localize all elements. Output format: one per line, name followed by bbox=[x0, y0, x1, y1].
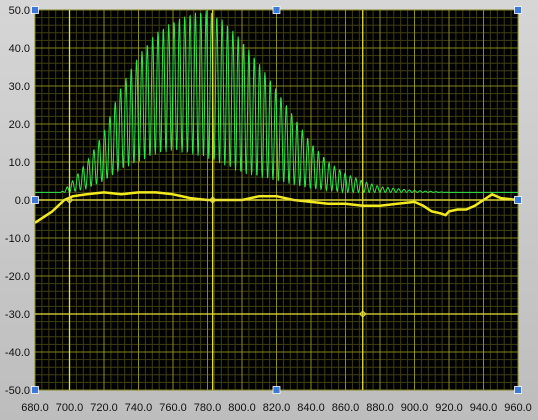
resize-handle[interactable] bbox=[272, 6, 281, 14]
graph-frame: 50.0 40.0 30.0 20.0 10.0 0.0 -10.0 -20.0 -30.0 -4… bbox=[0, 0, 538, 420]
x-tick-label: 960.0 bbox=[504, 402, 532, 414]
y-tick-label: -50.0 bbox=[5, 385, 30, 397]
y-tick-label: 40.0 bbox=[9, 43, 30, 55]
resize-handle[interactable] bbox=[514, 386, 522, 394]
x-tick-label: 940.0 bbox=[470, 402, 498, 414]
y-tick-label: -40.0 bbox=[5, 347, 30, 359]
x-tick-label: 780.0 bbox=[194, 402, 222, 414]
x-tick-label: 860.0 bbox=[332, 402, 360, 414]
x-axis: 680.0 700.0 720.0 740.0 760.0 780.0 800.0 820.0… bbox=[21, 402, 532, 414]
resize-handle[interactable] bbox=[31, 386, 39, 394]
y-tick-label: 50.0 bbox=[9, 5, 30, 17]
x-tick-label: 800.0 bbox=[228, 402, 256, 414]
resize-handle[interactable] bbox=[514, 196, 522, 204]
x-tick-label: 920.0 bbox=[435, 402, 463, 414]
y-axis: 50.0 40.0 30.0 20.0 10.0 0.0 -10.0 -20.0 -30.0 -4… bbox=[5, 5, 30, 397]
y-tick-label: -20.0 bbox=[5, 271, 30, 283]
resize-handle[interactable] bbox=[514, 6, 522, 14]
y-tick-label: 10.0 bbox=[9, 157, 30, 169]
x-tick-label: 700.0 bbox=[56, 402, 84, 414]
x-tick-label: 840.0 bbox=[297, 402, 325, 414]
y-tick-label: -10.0 bbox=[5, 233, 30, 245]
x-tick-label: 720.0 bbox=[90, 402, 118, 414]
x-tick-label: 880.0 bbox=[366, 402, 394, 414]
x-tick-label: 760.0 bbox=[159, 402, 187, 414]
y-tick-label: 0.0 bbox=[15, 195, 30, 207]
waveform-graph: 50.0 40.0 30.0 20.0 10.0 0.0 -10.0 -20.0 -30.0 -4… bbox=[5, 5, 532, 414]
resize-handle[interactable] bbox=[272, 386, 281, 394]
x-tick-label: 900.0 bbox=[401, 402, 429, 414]
x-tick-label: 680.0 bbox=[21, 402, 49, 414]
y-tick-label: 20.0 bbox=[9, 119, 30, 131]
resize-handle[interactable] bbox=[31, 196, 39, 204]
y-tick-label: -30.0 bbox=[5, 309, 30, 321]
y-tick-label: 30.0 bbox=[9, 81, 30, 93]
x-tick-label: 740.0 bbox=[125, 402, 153, 414]
x-tick-label: 820.0 bbox=[263, 402, 291, 414]
resize-handle[interactable] bbox=[31, 6, 39, 14]
